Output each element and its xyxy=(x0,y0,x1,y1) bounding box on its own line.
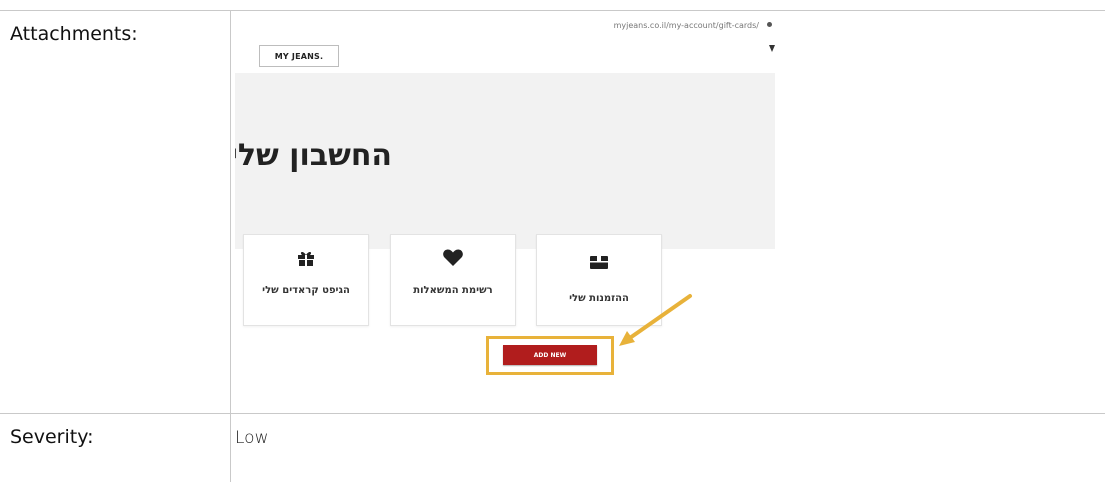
severity-value: Low xyxy=(235,428,269,448)
severity-label: Severity: xyxy=(10,426,94,448)
table-row-divider xyxy=(0,413,1105,414)
table-top-border xyxy=(0,10,1105,11)
attachments-label: Attachments: xyxy=(10,23,138,45)
annotation-arrow-icon xyxy=(619,294,692,346)
attachment-screenshot: myjeans.co.il/my-account/gift-cards/ MY … xyxy=(235,14,775,378)
table-column-divider xyxy=(230,10,231,482)
bug-report-table: Attachments: myjeans.co.il/my-account/gi… xyxy=(0,0,1105,482)
